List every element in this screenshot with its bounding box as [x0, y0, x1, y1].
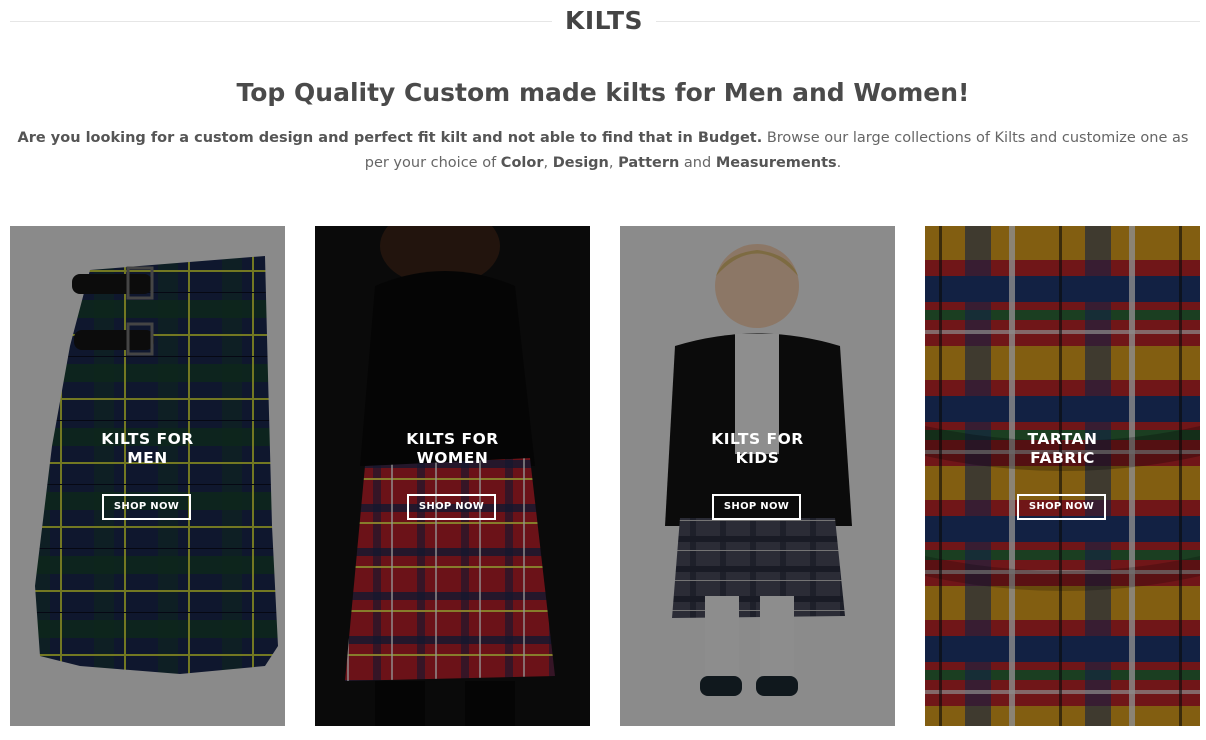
card-title-line1: TARTAN: [1027, 430, 1098, 448]
intro-lead: Are you looking for a custom design and …: [17, 130, 763, 146]
category-card-fabric[interactable]: TARTAN FABRIC SHOP NOW: [925, 226, 1200, 726]
header-divider-right: [656, 21, 1200, 22]
card-overlay: [315, 226, 590, 726]
card-overlay: [10, 226, 285, 726]
card-title-line2: WOMEN: [416, 449, 489, 467]
card-title-line2: MEN: [127, 449, 168, 467]
intro-and: and: [679, 155, 716, 171]
intro-end: .: [836, 155, 842, 171]
category-card-women[interactable]: KILTS FOR WOMEN SHOP NOW: [315, 226, 590, 726]
card-title-line2: KIDS: [735, 449, 780, 467]
shop-now-button-women[interactable]: SHOP NOW: [407, 494, 496, 520]
intro-color: Color: [500, 155, 544, 171]
card-title-line1: KILTS FOR: [101, 430, 194, 448]
card-title: KILTS FOR WOMEN: [315, 430, 590, 468]
category-card-kids[interactable]: KILTS FOR KIDS SHOP NOW: [620, 226, 895, 726]
card-title: TARTAN FABRIC: [925, 430, 1200, 468]
card-overlay: [925, 226, 1200, 726]
shop-now-button-kids[interactable]: SHOP NOW: [712, 494, 801, 520]
shop-now-button-fabric[interactable]: SHOP NOW: [1017, 494, 1106, 520]
intro-sep: ,: [608, 155, 619, 171]
card-overlay: [620, 226, 895, 726]
intro-sep: ,: [543, 155, 553, 171]
category-grid: KILTS FOR MEN SHOP NOW KILTS FOR WOMEN S…: [10, 226, 1200, 726]
shop-now-button-men[interactable]: SHOP NOW: [102, 494, 191, 520]
page-headline: Top Quality Custom made kilts for Men an…: [236, 78, 970, 107]
card-title-line2: FABRIC: [1030, 449, 1095, 467]
section-title: KILTS: [564, 6, 644, 35]
card-title: KILTS FOR MEN: [10, 430, 285, 468]
intro-paragraph: Are you looking for a custom design and …: [10, 126, 1196, 176]
card-title-line1: KILTS FOR: [711, 430, 804, 448]
intro-measurements: Measurements: [715, 155, 837, 171]
intro-design: Design: [552, 155, 609, 171]
card-title: KILTS FOR KIDS: [620, 430, 895, 468]
section-header: KILTS: [10, 0, 1200, 44]
header-divider-left: [10, 21, 552, 22]
card-title-line1: KILTS FOR: [406, 430, 499, 448]
intro-pattern: Pattern: [618, 155, 680, 171]
category-card-men[interactable]: KILTS FOR MEN SHOP NOW: [10, 226, 285, 726]
